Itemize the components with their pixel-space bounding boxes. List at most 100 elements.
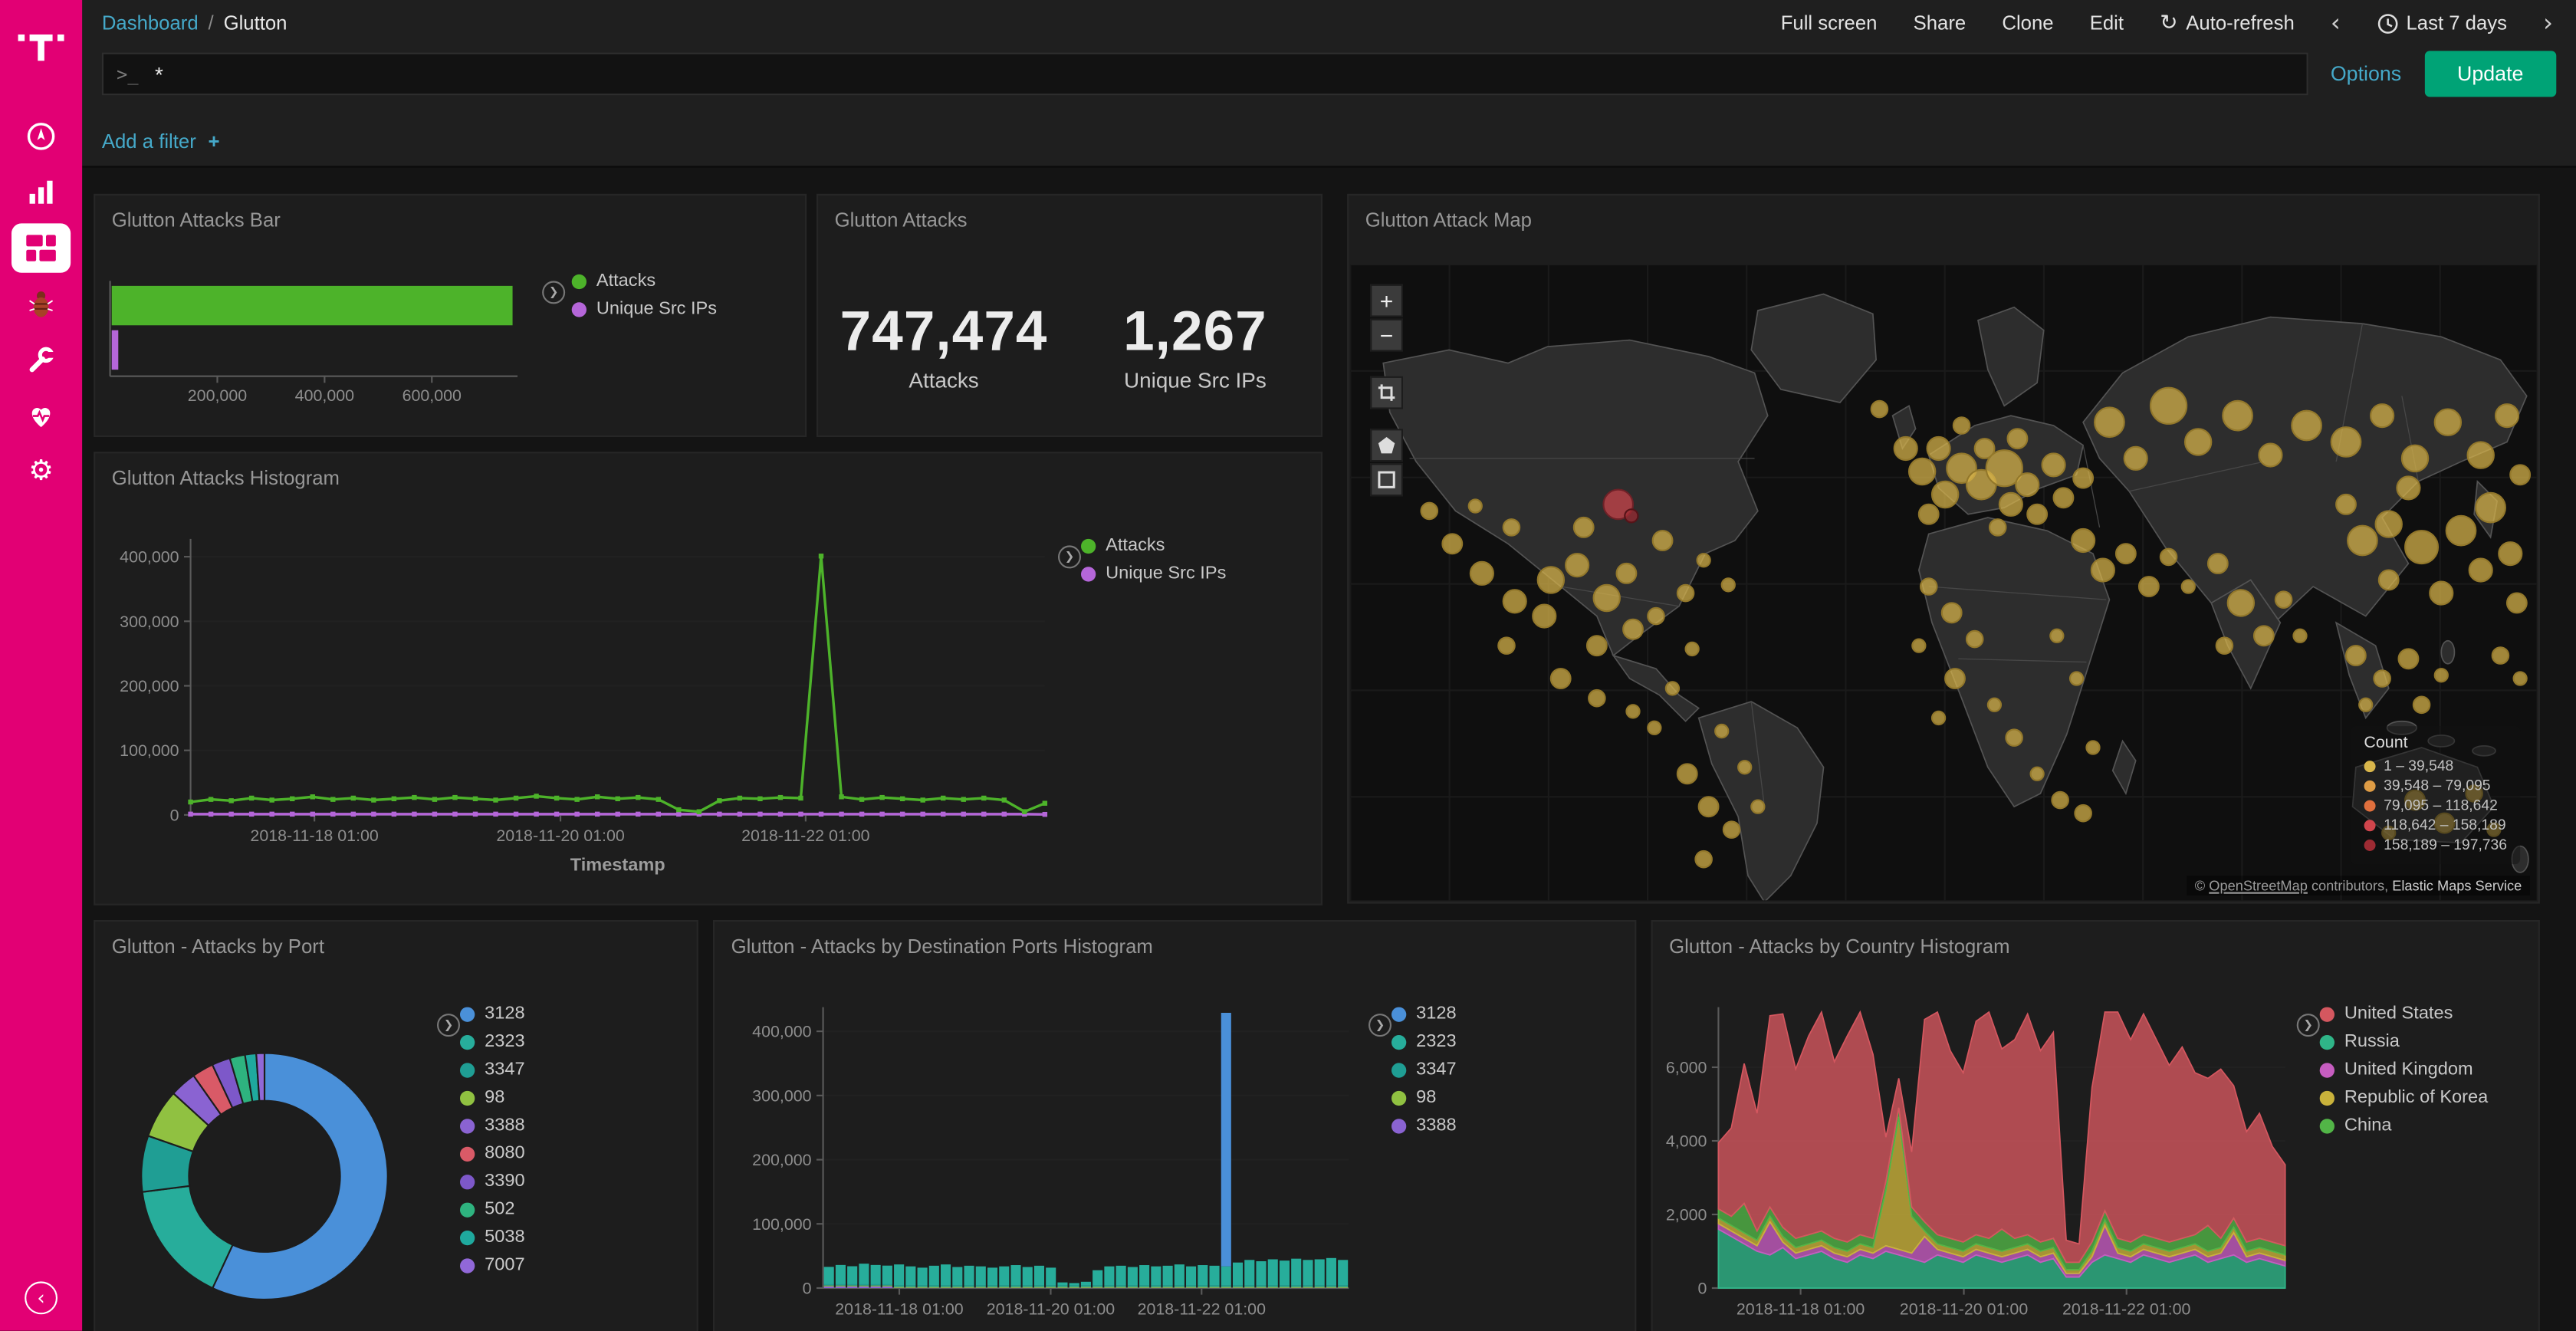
legend-item[interactable]: 5038: [460, 1227, 525, 1247]
legend-item[interactable]: Russia: [2320, 1032, 2489, 1052]
attack-circle[interactable]: [2116, 544, 2136, 564]
attack-circle[interactable]: [1503, 519, 1520, 535]
attack-circle[interactable]: [2292, 411, 2321, 441]
attack-circle[interactable]: [1666, 682, 1679, 695]
full-screen-button[interactable]: Full screen: [1781, 12, 1878, 35]
attack-circle[interactable]: [1919, 504, 1939, 524]
attack-circle[interactable]: [2254, 626, 2274, 646]
legend-toggle-button[interactable]: ❯: [1058, 545, 1081, 568]
attack-circle[interactable]: [1871, 401, 1888, 417]
zoom-in-button[interactable]: +: [1370, 284, 1403, 317]
attack-circle[interactable]: [1648, 608, 1664, 624]
attack-circle[interactable]: [2072, 529, 2095, 552]
attack-circle[interactable]: [2348, 526, 2377, 556]
attack-circle[interactable]: [2376, 511, 2402, 537]
attack-circle[interactable]: [2499, 542, 2522, 565]
draw-polygon-button[interactable]: [1370, 429, 1403, 462]
legend-item[interactable]: 79,095 – 118,642: [2364, 797, 2507, 813]
sidebar-item-discover[interactable]: [0, 108, 82, 164]
legend-item[interactable]: 3128: [460, 1004, 525, 1024]
legend-item[interactable]: 118,642 – 158,189: [2364, 817, 2507, 833]
legend-item[interactable]: United Kingdom: [2320, 1060, 2489, 1080]
attack-circle[interactable]: [2275, 591, 2292, 607]
legend-item[interactable]: Unique Src IPs: [572, 299, 717, 319]
attack-circle[interactable]: [2139, 577, 2159, 596]
edit-button[interactable]: Edit: [2090, 12, 2124, 35]
attack-circle[interactable]: [1751, 800, 1764, 813]
attack-circle[interactable]: [2374, 670, 2390, 686]
attack-circle[interactable]: [1953, 417, 1970, 433]
attack-circle[interactable]: [2399, 649, 2419, 669]
map-viewport[interactable]: + −: [1350, 265, 2536, 900]
attack-circle[interactable]: [1589, 690, 1605, 706]
attack-circle[interactable]: [1927, 437, 1950, 460]
attack-circle[interactable]: [1912, 639, 1925, 652]
attack-circle[interactable]: [2075, 805, 2091, 821]
attack-circle[interactable]: [2052, 792, 2068, 808]
attack-circle[interactable]: [2331, 427, 2361, 457]
time-forward-chevron-icon[interactable]: ›: [2543, 11, 2553, 35]
attack-circle[interactable]: [1909, 458, 1935, 485]
legend-item[interactable]: Republic of Korea: [2320, 1088, 2489, 1108]
attack-circle[interactable]: [2208, 554, 2228, 573]
query-input[interactable]: [152, 60, 2293, 87]
attack-circle[interactable]: [1470, 562, 1493, 585]
attack-circle[interactable]: [2514, 672, 2527, 685]
legend-toggle-button[interactable]: ❯: [2297, 1014, 2320, 1037]
attack-circle[interactable]: [2223, 401, 2252, 431]
attack-circle[interactable]: [2469, 559, 2492, 582]
attack-circle[interactable]: [2008, 429, 2028, 449]
attack-circle[interactable]: [1699, 797, 1719, 817]
attacks-histogram-canvas[interactable]: 0100,000200,000300,000400,0002018-11-18 …: [95, 453, 1322, 905]
legend-item[interactable]: 3388: [1392, 1116, 1457, 1135]
attack-circle[interactable]: [2027, 504, 2047, 524]
attack-circle[interactable]: [1594, 585, 1620, 611]
attack-circle[interactable]: [2492, 647, 2509, 663]
legend-toggle-button[interactable]: ❯: [1368, 1014, 1392, 1037]
attack-circle[interactable]: [2095, 407, 2124, 437]
attack-circle[interactable]: [1653, 531, 1673, 550]
attack-circle[interactable]: [2042, 453, 2065, 476]
attack-circle[interactable]: [1538, 567, 1564, 593]
attack-circle[interactable]: [2430, 582, 2453, 605]
attack-circle[interactable]: [1574, 518, 1594, 537]
sidebar-item-apm[interactable]: [0, 276, 82, 332]
attack-circle[interactable]: [2507, 593, 2527, 613]
attack-circle[interactable]: [1932, 481, 1958, 508]
legend-item[interactable]: 39,548 – 79,095: [2364, 777, 2507, 794]
attack-circle[interactable]: [1715, 725, 1728, 738]
legend-item[interactable]: 98: [1392, 1088, 1457, 1108]
attack-circle[interactable]: [1648, 721, 1661, 735]
attack-circle[interactable]: [2402, 445, 2428, 472]
attack-circle[interactable]: [1723, 821, 1740, 837]
attack-circle[interactable]: [2476, 493, 2505, 523]
attack-circle[interactable]: [2124, 447, 2147, 470]
zoom-out-button[interactable]: −: [1370, 319, 1403, 352]
attack-circle[interactable]: [2050, 629, 2063, 642]
add-filter-link[interactable]: Add a filter +: [102, 130, 220, 153]
update-button[interactable]: Update: [2424, 51, 2556, 97]
sidebar-item-dev-tools[interactable]: [0, 332, 82, 388]
attack-circle[interactable]: [1626, 705, 1639, 718]
attack-circle[interactable]: [2006, 729, 2022, 745]
legend-item[interactable]: 7007: [460, 1255, 525, 1275]
legend-item[interactable]: China: [2320, 1116, 2489, 1135]
clone-button[interactable]: Clone: [2002, 12, 2053, 35]
attack-circle[interactable]: [1894, 437, 1917, 460]
ports-donut-canvas[interactable]: [95, 922, 698, 1331]
attack-circle[interactable]: [2086, 741, 2099, 754]
legend-toggle-button[interactable]: ❯: [542, 281, 565, 304]
legend-item[interactable]: 2323: [460, 1032, 525, 1052]
attack-circle[interactable]: [1942, 603, 1962, 623]
collapse-nav-icon[interactable]: ‹: [25, 1281, 58, 1314]
sidebar-item-management[interactable]: ⚙: [0, 444, 82, 500]
attack-circle[interactable]: [1738, 761, 1751, 774]
attack-circle[interactable]: [1421, 503, 1438, 519]
legend-item[interactable]: 3388: [460, 1116, 525, 1135]
attack-circle[interactable]: [1921, 578, 1937, 594]
attack-circle[interactable]: [1498, 637, 1514, 653]
legend-item[interactable]: 502: [460, 1199, 525, 1219]
legend-item[interactable]: 1 – 39,548: [2364, 758, 2507, 774]
attack-circle[interactable]: [2359, 698, 2372, 712]
attack-circle[interactable]: [2336, 495, 2356, 514]
